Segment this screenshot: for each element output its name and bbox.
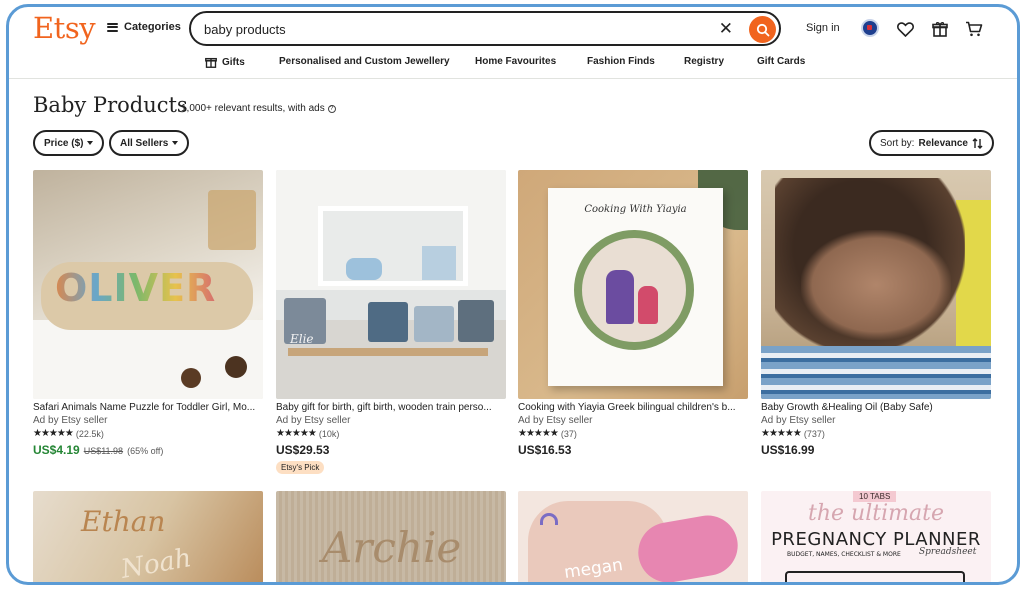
script-text: the ultimate <box>808 501 944 526</box>
nav-gifts[interactable]: Gifts <box>205 56 245 68</box>
sale-price: US$4.19 <box>33 443 80 457</box>
price-row: US$4.19 US$11.98 (65% off) <box>33 443 263 457</box>
product-card[interactable]: Elie Baby gift for birth, gift birth, wo… <box>276 170 506 475</box>
review-count: (22.5k) <box>75 428 104 439</box>
product-image[interactable]: OLIVER <box>33 170 263 399</box>
sort-button[interactable]: Sort by: Relevance <box>869 130 994 156</box>
star-rating-icon: ★★★★★ <box>33 428 74 439</box>
caret-down-icon <box>87 141 94 145</box>
product-image[interactable]: Elie <box>276 170 506 399</box>
seller-label: Ad by Etsy seller <box>518 415 593 426</box>
embroidery-text: Ethan <box>81 505 166 538</box>
price: US$16.53 <box>518 443 572 457</box>
results-text: 1,000+ relevant results, with ads <box>181 103 325 114</box>
help-icon[interactable]: ? <box>327 104 336 113</box>
results-count: 1,000+ relevant results, with ads ? <box>181 103 336 114</box>
price-row: US$29.53 <box>276 443 506 457</box>
rating: ★★★★★ (737) <box>761 428 991 439</box>
planner-subtitle: BUDGET, NAMES, CHECKLIST & MORE <box>787 551 901 558</box>
star-rating-icon: ★★★★★ <box>761 428 802 439</box>
sellers-filter-label: All Sellers <box>120 137 169 149</box>
etsy-logo[interactable]: Etsy <box>33 11 96 45</box>
nav-gift-cards[interactable]: Gift Cards <box>757 56 805 67</box>
close-icon[interactable]: ✕ <box>719 19 733 39</box>
product-title[interactable]: Cooking with Yiayia Greek bilingual chil… <box>518 402 748 413</box>
product-title[interactable]: Safari Animals Name Puzzle for Toddler G… <box>33 402 263 413</box>
product-card[interactable]: Cooking With Yiayia Cooking with Yiayia … <box>518 170 748 457</box>
nav-registry[interactable]: Registry <box>684 56 724 67</box>
page-title: Baby Products <box>33 93 188 117</box>
price-filter-button[interactable]: Price ($) <box>33 130 105 156</box>
category-nav: Gifts Personalised and Custom Jewellery … <box>9 53 1017 77</box>
rating: ★★★★★ (10k) <box>276 428 506 439</box>
original-price: US$11.98 <box>83 446 124 456</box>
categories-label: Categories <box>124 21 181 33</box>
price-filter-label: Price ($) <box>44 137 84 149</box>
product-image[interactable] <box>761 170 991 399</box>
price-row: US$16.99 <box>761 443 991 457</box>
price: US$16.99 <box>761 443 815 457</box>
script-text: Spreadsheet <box>919 547 977 557</box>
product-card[interactable]: Baby Growth &Healing Oil (Baby Safe) Ad … <box>761 170 991 457</box>
gift-icon <box>205 57 217 68</box>
region-flag-icon[interactable] <box>861 19 879 37</box>
search-icon <box>756 23 769 36</box>
sort-prefix: Sort by: <box>880 137 915 149</box>
product-image[interactable]: Cooking With Yiayia <box>518 170 748 399</box>
product-image[interactable]: Ethan Noah <box>33 491 263 585</box>
nav-jewellery[interactable]: Personalised and Custom Jewellery <box>279 56 450 67</box>
search-input[interactable]: baby products <box>204 22 286 37</box>
product-card[interactable]: OLIVER Safari Animals Name Puzzle for To… <box>33 170 263 457</box>
sort-value: Relevance <box>918 137 968 149</box>
categories-button[interactable]: Categories <box>107 21 181 33</box>
rating: ★★★★★ (37) <box>518 428 748 439</box>
nav-label: Gifts <box>222 56 245 68</box>
product-image[interactable]: Archie <box>276 491 506 582</box>
product-title[interactable]: Baby gift for birth, gift birth, wooden … <box>276 402 506 413</box>
browser-frame: Etsy Categories baby products ✕ Sign in <box>6 4 1020 585</box>
product-image[interactable]: 10 TABS the ultimate PREGNANCY PLANNER B… <box>761 491 991 582</box>
sellers-filter-button[interactable]: All Sellers <box>109 130 190 156</box>
star-rating-icon: ★★★★★ <box>518 428 559 439</box>
rating: ★★★★★ (22.5k) <box>33 428 263 439</box>
etsys-pick-badge: Etsy's Pick <box>276 461 325 474</box>
review-count: (737) <box>803 428 825 439</box>
book-title-text: Cooking With Yiayia <box>584 204 687 215</box>
star-rating-icon: ★★★★★ <box>276 428 317 439</box>
gift-icon[interactable] <box>930 19 950 39</box>
product-title[interactable]: Baby Growth &Healing Oil (Baby Safe) <box>761 402 991 413</box>
menu-icon <box>107 22 118 32</box>
review-count: (37) <box>560 428 577 439</box>
caret-down-icon <box>172 141 179 145</box>
seller-label: Ad by Etsy seller <box>761 415 836 426</box>
price: US$29.53 <box>276 443 330 457</box>
nav-fashion-finds[interactable]: Fashion Finds <box>587 56 655 67</box>
sign-in-link[interactable]: Sign in <box>806 22 840 34</box>
embroidery-text: Archie <box>322 523 462 572</box>
puzzle-text: OLIVER <box>55 266 217 310</box>
price-row: US$16.53 <box>518 443 748 457</box>
nav-home-favourites[interactable]: Home Favourites <box>475 56 556 67</box>
sort-icon <box>972 137 983 149</box>
search-bar[interactable]: baby products ✕ <box>189 11 781 46</box>
search-button[interactable] <box>749 16 776 43</box>
seller-label: Ad by Etsy seller <box>33 415 108 426</box>
product-image[interactable]: megan <box>518 491 748 582</box>
heart-icon[interactable] <box>895 19 915 39</box>
review-count: (10k) <box>318 428 340 439</box>
embroidery-text: Noah <box>118 543 194 585</box>
cart-icon[interactable] <box>964 19 984 39</box>
seller-label: Ad by Etsy seller <box>276 415 351 426</box>
discount-label: (65% off) <box>127 446 164 456</box>
site-header: Etsy Categories baby products ✕ Sign in <box>9 7 1017 79</box>
train-name-text: Elie <box>290 332 314 346</box>
